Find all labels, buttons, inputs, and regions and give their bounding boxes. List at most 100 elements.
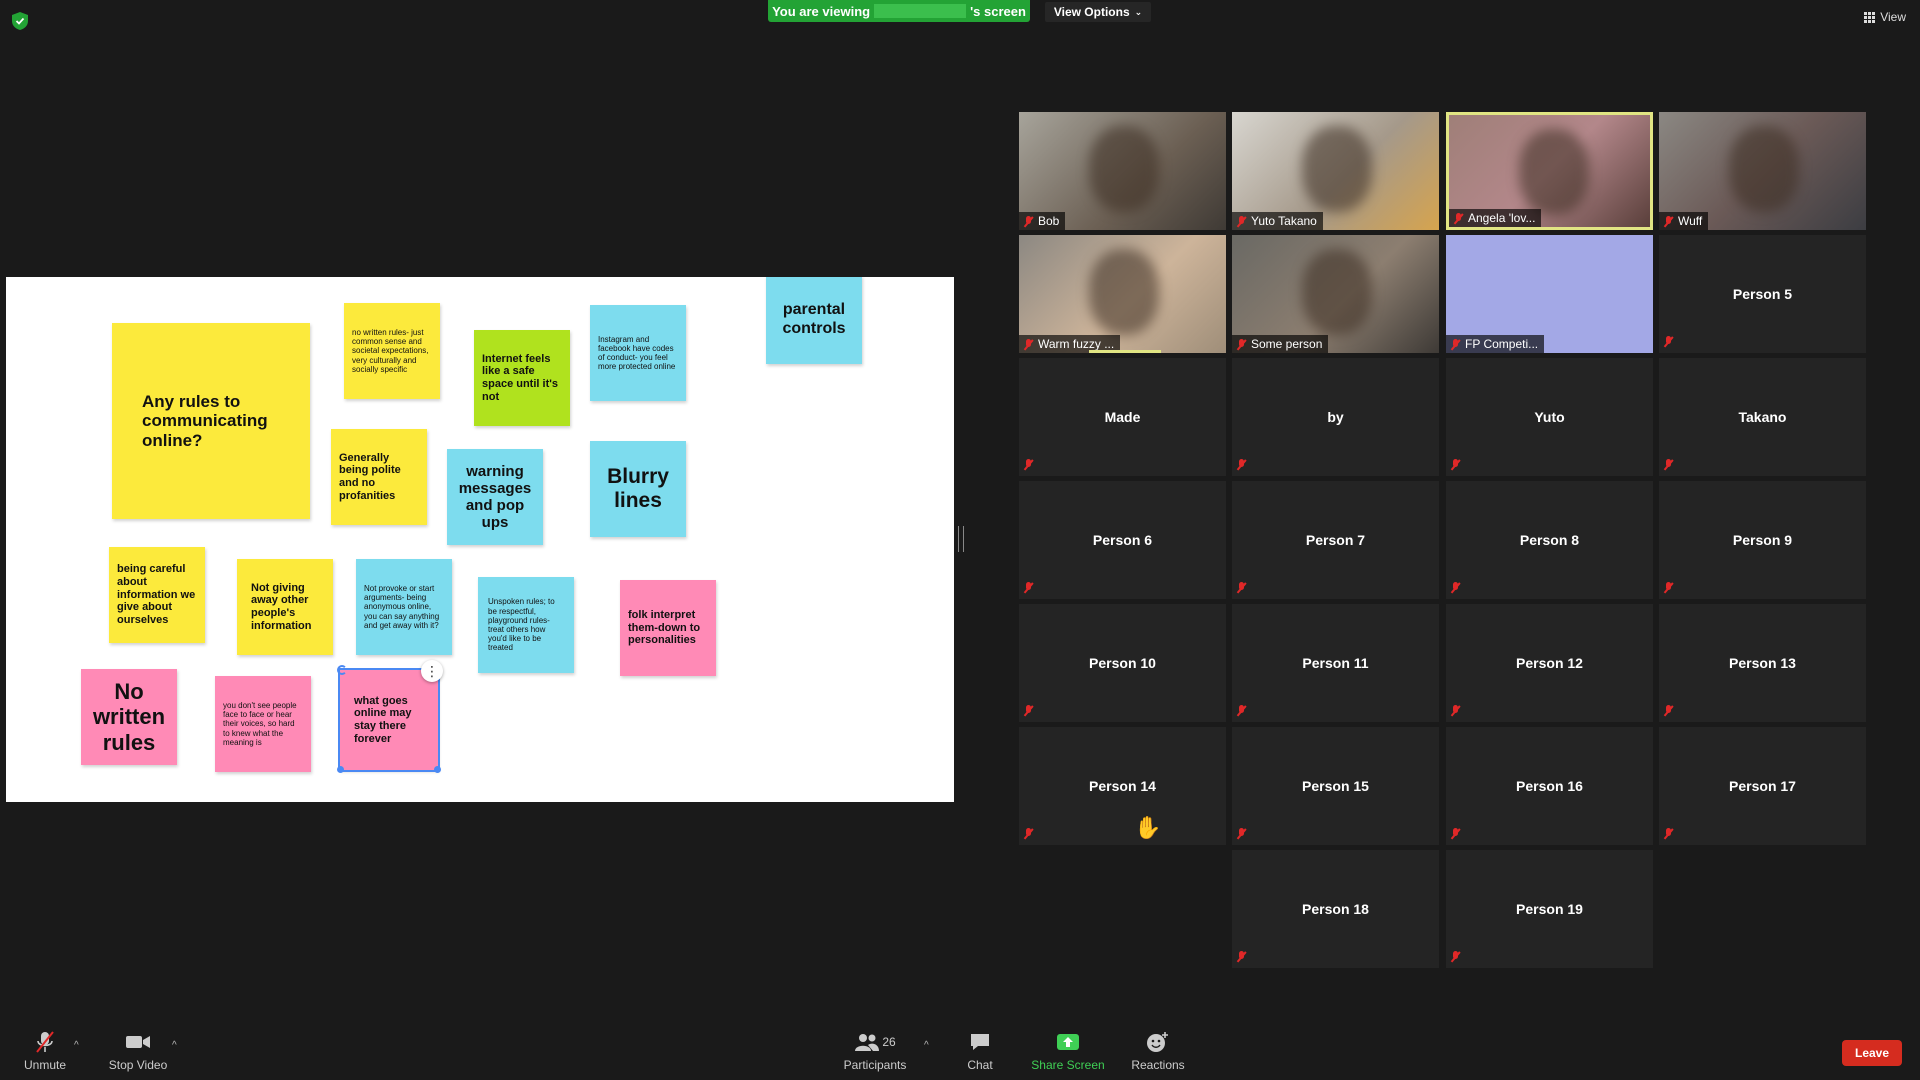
sticky-note[interactable]: Unspoken rules; to be respectful, playgr… — [478, 577, 574, 673]
sticky-note[interactable]: No written rules — [81, 669, 177, 765]
leave-meeting-button[interactable]: Leave — [1842, 1040, 1902, 1066]
participant-tile[interactable]: Person 7 — [1232, 481, 1439, 599]
grid-view-icon — [1864, 11, 1876, 23]
microphone-muted-icon — [1236, 338, 1247, 350]
participant-tile[interactable]: Person 11 — [1232, 604, 1439, 722]
view-label: View — [1880, 10, 1906, 24]
participant-name: Warm fuzzy ... — [1038, 337, 1115, 351]
microphone-muted-icon — [1023, 459, 1034, 470]
audio-options-caret-icon[interactable]: ^ — [74, 1040, 79, 1051]
participant-tile[interactable]: Bob — [1019, 112, 1226, 230]
participants-options-caret-icon[interactable]: ^ — [924, 1040, 929, 1051]
sticky-note[interactable]: Not giving away other people's informati… — [237, 559, 333, 655]
sticky-note[interactable]: Not provoke or start arguments- being an… — [356, 559, 452, 655]
participant-tile[interactable]: Person 12 — [1446, 604, 1653, 722]
participant-tile[interactable]: Person 10 — [1019, 604, 1226, 722]
participant-tile[interactable]: Person 14 — [1019, 727, 1226, 845]
sticky-note[interactable]: Generally being polite and no profanitie… — [331, 429, 427, 525]
participant-name: Person 11 — [1302, 655, 1369, 671]
participant-tile[interactable]: Person 17 — [1659, 727, 1866, 845]
viewing-prefix: You are viewing — [772, 3, 871, 19]
participant-video-feed — [1302, 126, 1372, 212]
participant-tile[interactable]: Person 16 — [1446, 727, 1653, 845]
video-options-caret-icon[interactable]: ^ — [172, 1040, 177, 1051]
participant-name: by — [1327, 409, 1344, 425]
participant-tile[interactable]: Person 5 — [1659, 235, 1866, 353]
participant-tile[interactable]: Person 8 — [1446, 481, 1653, 599]
video-camera-icon — [125, 1030, 151, 1054]
participant-name: Person 13 — [1729, 655, 1796, 671]
participant-name: Takano — [1738, 409, 1787, 425]
sticky-note[interactable]: Instagram and facebook have codes of con… — [590, 305, 686, 401]
share-screen-button[interactable]: Share Screen — [1030, 1030, 1106, 1080]
chat-bubble-icon — [969, 1030, 991, 1054]
participant-tile[interactable]: Some person — [1232, 235, 1439, 353]
participant-tile[interactable]: Person 13 — [1659, 604, 1866, 722]
participant-name-tag: FP Competi... — [1446, 335, 1545, 353]
microphone-muted-icon — [1023, 215, 1034, 227]
unmute-label: Unmute — [23, 1058, 67, 1072]
microphone-muted-icon — [1236, 215, 1247, 227]
participant-tile[interactable]: Yuto Takano — [1232, 112, 1439, 230]
sticky-note[interactable]: you don't see people face to face or hea… — [215, 676, 311, 772]
sticky-note[interactable]: being careful about information we give … — [109, 547, 205, 643]
selection-handle[interactable] — [337, 766, 344, 773]
participant-name: Person 15 — [1302, 778, 1369, 794]
participant-name-tag: Wuff — [1659, 212, 1709, 230]
participant-tile[interactable]: Person 9 — [1659, 481, 1866, 599]
redacted-name — [874, 4, 967, 18]
chat-button[interactable]: Chat — [960, 1030, 1000, 1080]
shared-screen-whiteboard[interactable]: Any rules to communicating online? no wr… — [6, 277, 954, 802]
sticky-note[interactable]: folk interpret them-down to personalitie… — [620, 580, 716, 676]
microphone-muted-icon — [1236, 705, 1247, 716]
participants-button[interactable]: 26 Participants — [842, 1030, 908, 1080]
participant-name: Person 19 — [1516, 901, 1583, 917]
sticky-note[interactable]: Any rules to communicating online? — [112, 323, 310, 519]
participant-name-tag: Yuto Takano — [1232, 212, 1323, 230]
sticky-note[interactable]: no written rules- just common sense and … — [344, 303, 440, 399]
participant-name: Yuto Takano — [1251, 214, 1317, 228]
microphone-muted-icon — [34, 1030, 56, 1054]
participant-name: Wuff — [1678, 214, 1703, 228]
sticky-note[interactable]: warning messages and pop ups — [447, 449, 543, 545]
more-options-icon[interactable]: ⋮ — [421, 660, 443, 682]
sticky-note[interactable]: parental controls — [766, 277, 862, 364]
participant-tile[interactable]: Warm fuzzy ... — [1019, 235, 1226, 353]
selection-handle[interactable] — [434, 766, 441, 773]
raised-hand-icon: ✋ — [1134, 815, 1162, 840]
view-options-button[interactable]: View Options ⌄ — [1045, 2, 1151, 22]
microphone-muted-icon — [1663, 582, 1674, 593]
participant-tile[interactable]: Angela 'lov... — [1446, 112, 1653, 230]
participant-tile[interactable]: Person 15 — [1232, 727, 1439, 845]
microphone-muted-icon — [1663, 336, 1674, 347]
reactions-button[interactable]: Reactions — [1130, 1030, 1186, 1080]
participant-tile[interactable]: Person 6 — [1019, 481, 1226, 599]
microphone-muted-icon — [1023, 828, 1034, 839]
unmute-button[interactable]: Unmute — [14, 1030, 76, 1080]
rotate-handle[interactable] — [337, 665, 347, 675]
participant-tile[interactable]: FP Competi... — [1446, 235, 1653, 353]
participant-tile[interactable]: Person 19 — [1446, 850, 1653, 968]
microphone-muted-icon — [1663, 215, 1674, 227]
microphone-muted-icon — [1663, 705, 1674, 716]
split-view-resize-handle[interactable] — [958, 526, 964, 552]
stop-video-button[interactable]: Stop Video — [106, 1030, 170, 1080]
view-button[interactable]: View — [1864, 10, 1906, 24]
sticky-note[interactable]: Blurry lines — [590, 441, 686, 537]
microphone-muted-icon — [1450, 459, 1461, 470]
participant-tile[interactable]: by — [1232, 358, 1439, 476]
microphone-muted-icon — [1450, 828, 1461, 839]
participant-name: Person 5 — [1732, 286, 1793, 302]
view-options-label: View Options — [1053, 5, 1130, 19]
microphone-muted-icon — [1450, 951, 1461, 962]
security-shield-icon[interactable] — [12, 12, 28, 30]
participant-name: Person 12 — [1516, 655, 1583, 671]
participant-tile[interactable]: Wuff — [1659, 112, 1866, 230]
participant-tile[interactable]: Person 18 — [1232, 850, 1439, 968]
sticky-note[interactable]: Internet feels like a safe space until i… — [474, 330, 570, 426]
participant-tile[interactable]: Takano — [1659, 358, 1866, 476]
sticky-note-selected[interactable]: what goes online may stay there forever — [338, 668, 440, 772]
participant-name: Person 17 — [1729, 778, 1796, 794]
participant-tile[interactable]: Made — [1019, 358, 1226, 476]
participant-tile[interactable]: Yuto — [1446, 358, 1653, 476]
